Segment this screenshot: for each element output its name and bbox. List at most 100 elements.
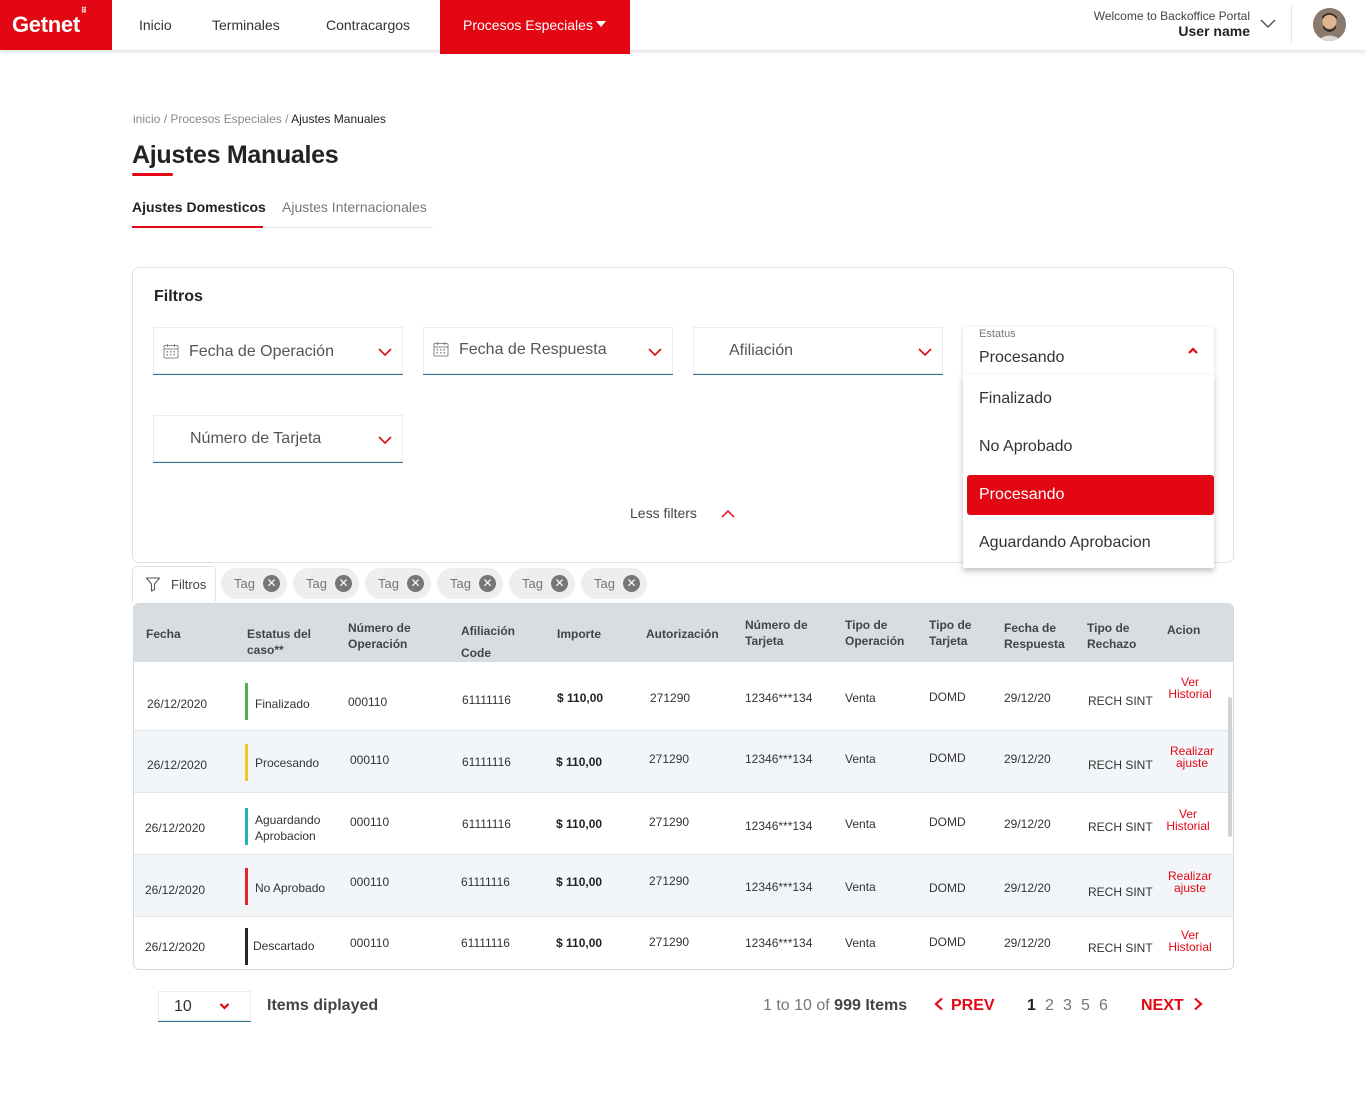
ver-historial-link[interactable]: Ver Historial xyxy=(1164,808,1212,832)
estatus-option-procesando[interactable]: Procesando xyxy=(967,475,1214,515)
tag-label: Tag xyxy=(378,576,399,591)
chevron-up-icon[interactable] xyxy=(720,506,736,520)
ver-historial-link[interactable]: Ver Historial xyxy=(1166,676,1214,700)
cell-tipo-tarjeta: DOMD xyxy=(929,690,966,704)
table-row[interactable]: 26/12/2020 Aguardando Aprobacion 000110 6… xyxy=(134,793,1233,855)
filter-tag-chip: Tag ✕ xyxy=(221,568,287,599)
breadcrumb-section[interactable]: Procesos Especiales xyxy=(170,112,281,126)
estatus-select[interactable]: Estatus Procesando xyxy=(963,327,1214,375)
breadcrumb-separator: / xyxy=(281,112,292,126)
page-2[interactable]: 2 xyxy=(1045,997,1054,1015)
chevron-down-icon xyxy=(648,348,662,357)
next-page-button[interactable]: NEXT xyxy=(1141,997,1204,1015)
estatus-option-aguardando-aprobacion[interactable]: Aguardando Aprobacion xyxy=(963,519,1214,565)
welcome-block: Welcome to Backoffice Portal User name xyxy=(1094,9,1250,39)
remove-tag-icon[interactable]: ✕ xyxy=(623,575,640,592)
table-row[interactable]: 26/12/2020 No Aprobado 000110 61111116 $… xyxy=(134,855,1233,917)
items-per-page-value: 10 xyxy=(174,998,192,1015)
tag-label: Tag xyxy=(306,576,327,591)
avatar-icon xyxy=(1313,8,1346,41)
cell-rechazo: RECH SINT xyxy=(1088,941,1153,955)
tab-ajustes-domesticos[interactable]: Ajustes Domesticos xyxy=(132,199,266,228)
chevron-down-icon xyxy=(918,348,932,357)
chevron-down-icon[interactable] xyxy=(1259,14,1277,32)
cell-autorizacion: 271290 xyxy=(650,691,691,705)
nav-item-contracargos[interactable]: Contracargos xyxy=(326,0,410,50)
less-filters-button[interactable]: Less filters xyxy=(630,505,697,521)
cell-tipo-tarjeta: DOMD xyxy=(929,815,966,829)
brand-name: Getnet xyxy=(12,12,80,37)
cell-fecha-respuesta: 29/12/20 xyxy=(1004,881,1051,895)
page-1[interactable]: 1 xyxy=(1027,997,1036,1015)
fecha-respuesta-select[interactable]: Fecha de Respuesta xyxy=(423,327,673,375)
filter-tag-chip: Tag ✕ xyxy=(509,568,575,599)
numero-tarjeta-select[interactable]: Número de Tarjeta xyxy=(153,415,403,463)
items-displayed-label: Items diplayed xyxy=(267,997,379,1014)
cell-tipo-tarjeta: DOMD xyxy=(929,751,966,765)
cell-tipo-tarjeta: DOMD xyxy=(929,881,966,895)
realizar-ajuste-link[interactable]: Realizar ajuste xyxy=(1164,870,1216,894)
chevron-down-icon xyxy=(378,348,392,357)
cell-tipo-operacion: Venta xyxy=(845,691,876,705)
header-tipo-tarjeta: Tipo de Tarjeta xyxy=(929,618,972,648)
cell-importe: $ 110,00 xyxy=(556,936,603,950)
cell-fecha-respuesta: 29/12/20 xyxy=(1004,817,1051,831)
cell-afiliacion: 61111116 xyxy=(462,755,511,769)
status-indicator xyxy=(245,683,248,720)
remove-tag-icon[interactable]: ✕ xyxy=(335,575,352,592)
cell-autorizacion: 271290 xyxy=(649,935,690,949)
estatus-label: Estatus xyxy=(979,328,1016,340)
cell-fecha: 26/12/2020 xyxy=(145,883,206,897)
page-3[interactable]: 3 xyxy=(1063,997,1072,1015)
table-row[interactable]: 26/12/2020 Finalizado 000110 61111116 $ … xyxy=(134,662,1233,731)
page-6[interactable]: 6 xyxy=(1099,997,1108,1015)
nav-item-terminales[interactable]: Terminales xyxy=(212,0,280,50)
cell-importe: $ 110,00 xyxy=(556,817,603,831)
next-label: NEXT xyxy=(1141,997,1184,1014)
cell-autorizacion: 271290 xyxy=(649,874,690,888)
prev-page-button[interactable]: PREV xyxy=(933,997,995,1015)
filter-tag-chip: Tag ✕ xyxy=(293,568,359,599)
fecha-operacion-select[interactable]: Fecha de Operación xyxy=(153,327,403,375)
header-numero-operacion: Número de Operación xyxy=(348,621,411,651)
table-scrollbar[interactable] xyxy=(1228,697,1232,837)
status-indicator xyxy=(245,808,248,845)
table-row[interactable]: 26/12/2020 Procesando 000110 61111116 $ … xyxy=(134,731,1233,793)
remove-tag-icon[interactable]: ✕ xyxy=(407,575,424,592)
estatus-option-no-aprobado[interactable]: No Aprobado xyxy=(963,423,1214,469)
fecha-respuesta-label: Fecha de Respuesta xyxy=(459,341,607,358)
calendar-icon xyxy=(433,342,449,357)
cell-tarjeta: 12346***134 xyxy=(745,936,813,950)
afiliacion-select[interactable]: Afiliación xyxy=(693,327,943,375)
nav-item-procesos-especiales[interactable]: Procesos Especiales xyxy=(440,0,630,54)
tag-label: Tag xyxy=(450,576,471,591)
cell-estatus: Aguardando Aprobacion xyxy=(255,813,321,843)
estatus-option-finalizado[interactable]: Finalizado xyxy=(963,375,1214,421)
remove-tag-icon[interactable]: ✕ xyxy=(263,575,280,592)
realizar-ajuste-link[interactable]: Realizar ajuste xyxy=(1166,745,1218,769)
chevron-down-icon xyxy=(378,436,392,445)
table-row[interactable]: 26/12/2020 Descartado 000110 61111116 $ … xyxy=(134,917,1233,969)
items-per-page-select[interactable]: 10 xyxy=(158,991,251,1022)
cell-tipo-operacion: Venta xyxy=(845,817,876,831)
header-fecha-respuesta: Fecha de Respuesta xyxy=(1004,621,1065,651)
user-avatar[interactable] xyxy=(1313,8,1346,41)
breadcrumb-home[interactable]: inicio xyxy=(133,112,160,126)
header-fecha: Fecha xyxy=(146,627,181,641)
tab-ajustes-internacionales[interactable]: Ajustes Internacionales xyxy=(282,199,427,228)
cell-fecha: 26/12/2020 xyxy=(145,821,206,835)
cell-importe: $ 110,00 xyxy=(557,691,604,705)
header-estatus: Estatus del caso** xyxy=(247,627,312,657)
cell-rechazo: RECH SINT xyxy=(1088,885,1153,899)
remove-tag-icon[interactable]: ✕ xyxy=(551,575,568,592)
remove-tag-icon[interactable]: ✕ xyxy=(479,575,496,592)
page-5[interactable]: 5 xyxy=(1081,997,1090,1015)
status-indicator xyxy=(245,928,248,965)
caret-down-icon xyxy=(596,21,606,27)
chevron-down-icon xyxy=(219,1003,230,1010)
nav-item-inicio[interactable]: Inicio xyxy=(139,0,172,50)
ver-historial-link[interactable]: Ver Historial xyxy=(1166,929,1214,953)
calendar-icon xyxy=(163,344,179,359)
getnet-logo[interactable]: Getnet⠿ xyxy=(0,0,112,50)
filter-chip-tab[interactable]: Filtros xyxy=(132,566,216,602)
